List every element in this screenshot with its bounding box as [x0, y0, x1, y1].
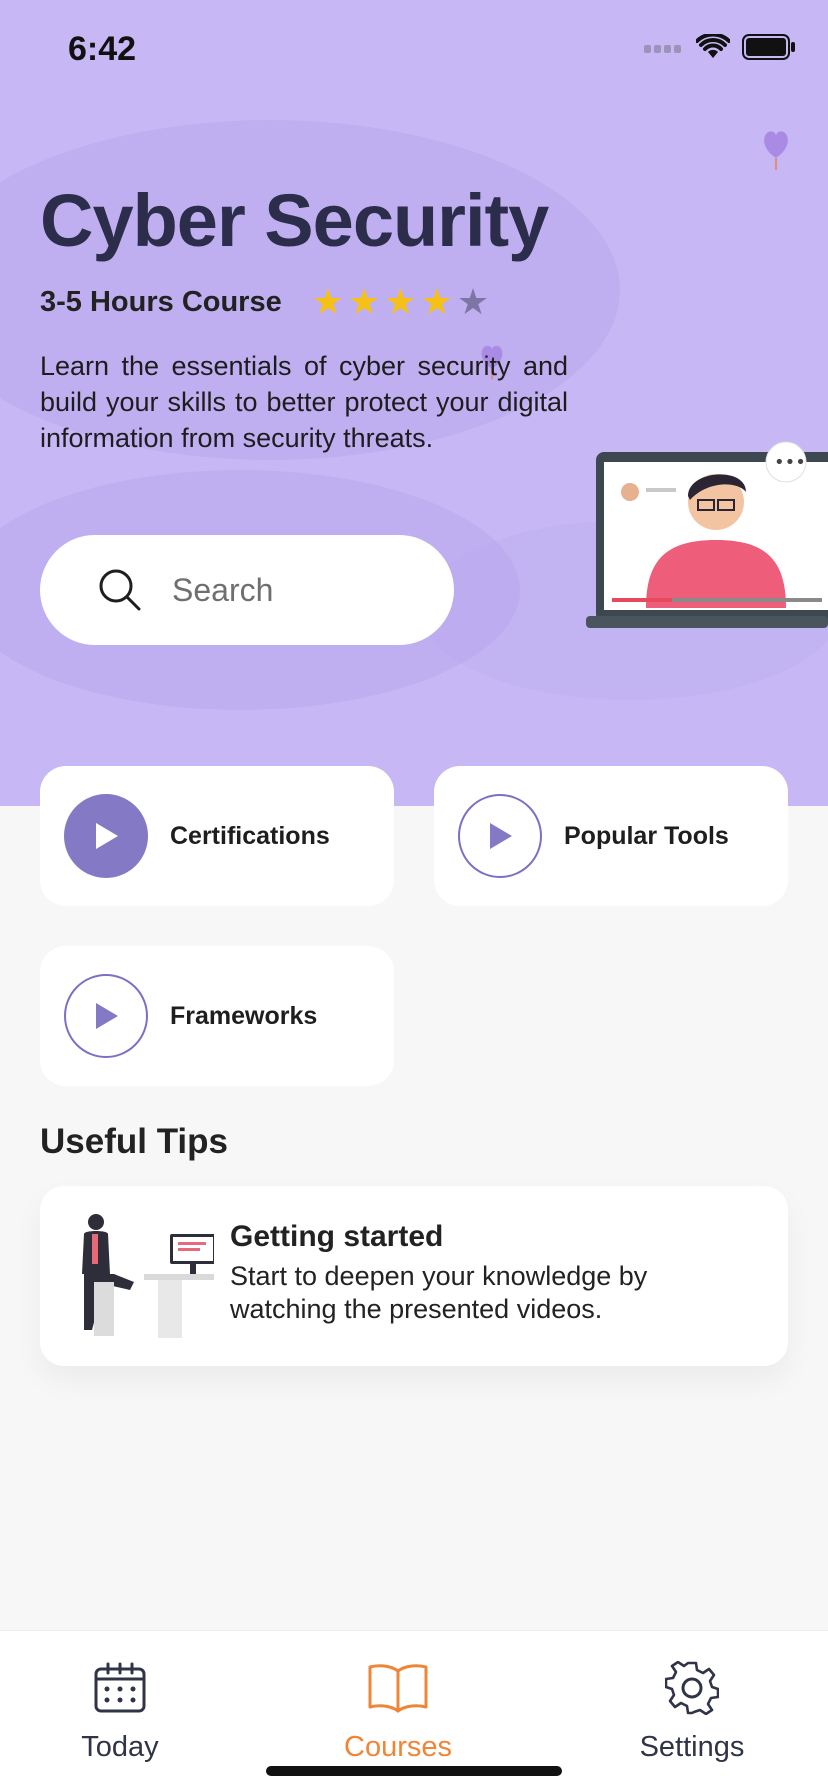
- gear-icon: [665, 1661, 719, 1715]
- play-button[interactable]: [64, 974, 148, 1058]
- category-label: Frameworks: [170, 1001, 318, 1030]
- page-title: Cyber Security: [40, 179, 549, 262]
- play-button[interactable]: [64, 794, 148, 878]
- course-meta: 3-5 Hours Course ★ ★ ★ ★ ★: [40, 284, 489, 320]
- course-duration: 3-5 Hours Course: [40, 285, 282, 318]
- tab-courses[interactable]: Courses: [308, 1661, 488, 1764]
- book-icon: [368, 1664, 428, 1713]
- course-description: Learn the essentials of cyber security a…: [40, 351, 568, 453]
- category-label: Certifications: [170, 821, 330, 850]
- tip-title: Getting started: [230, 1220, 444, 1253]
- tip-body: Start to deepen your knowledge by watchi…: [230, 1261, 648, 1324]
- play-button[interactable]: [458, 794, 542, 878]
- category-label: Popular Tools: [564, 821, 729, 850]
- tab-settings[interactable]: Settings: [602, 1661, 782, 1764]
- balloon-icon: [764, 131, 788, 170]
- teacher-laptop-illustration: •••: [586, 441, 828, 628]
- rating-stars: ★ ★ ★ ★ ★: [312, 284, 489, 320]
- star-icon: ★: [311, 281, 345, 322]
- play-icon: [96, 1003, 118, 1029]
- signal-icon: [644, 45, 681, 53]
- star-empty-icon: ★: [456, 281, 490, 322]
- search-bar[interactable]: Search: [40, 535, 454, 645]
- desk-worker-illustration: [82, 1214, 214, 1338]
- play-icon: [490, 823, 512, 849]
- tab-today[interactable]: Today: [30, 1661, 210, 1764]
- category-card-popular-tools[interactable]: Popular Tools: [434, 766, 788, 906]
- play-icon: [96, 823, 118, 849]
- category-card-certifications[interactable]: Certifications: [40, 766, 394, 906]
- star-icon: ★: [348, 281, 381, 322]
- svg-text:•••: •••: [774, 452, 806, 473]
- tip-card[interactable]: Getting started Start to deepen your kno…: [40, 1186, 788, 1366]
- battery-icon: [742, 34, 795, 60]
- tab-label: Today: [81, 1731, 159, 1763]
- status-bar: 6:42: [0, 0, 828, 100]
- search-icon: [99, 569, 141, 611]
- status-time: 6:42: [68, 30, 137, 68]
- category-card-frameworks[interactable]: Frameworks: [40, 946, 394, 1086]
- calendar-icon: [94, 1662, 146, 1713]
- hero-section: 6:42 Cyber Security 3-5 Hours Course ★ ★…: [0, 0, 828, 806]
- tab-label: Settings: [639, 1731, 745, 1763]
- search-placeholder: Search: [172, 571, 274, 608]
- star-icon: ★: [420, 281, 453, 322]
- star-icon: ★: [384, 281, 417, 322]
- tab-label: Courses: [344, 1731, 452, 1763]
- useful-tips-heading: Useful Tips: [40, 1122, 229, 1161]
- status-icons: [644, 34, 796, 60]
- home-indicator: [266, 1766, 562, 1776]
- wifi-icon: [696, 34, 730, 58]
